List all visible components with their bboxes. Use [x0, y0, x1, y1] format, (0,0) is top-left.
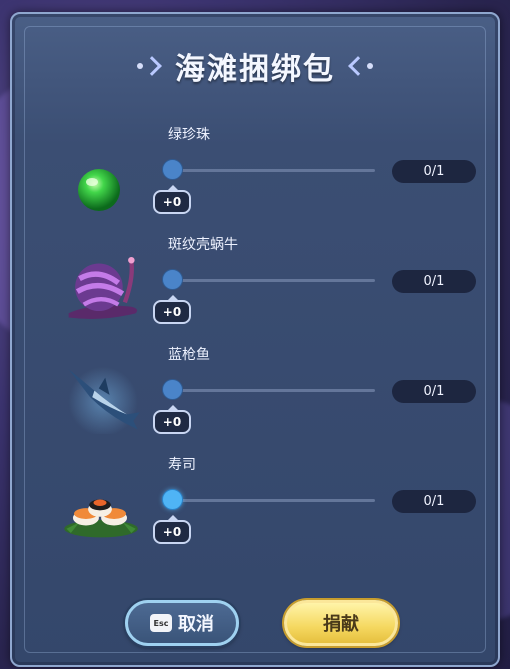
quantity-slider-handle[interactable]: [162, 159, 183, 180]
green-pearl-icon: [78, 169, 120, 211]
sushi-icon: [64, 499, 138, 538]
item-count-badge: 0/1: [392, 380, 476, 403]
item-row: 蓝枪鱼 +0 0/1: [12, 344, 502, 454]
quantity-slider-track[interactable]: [170, 499, 375, 502]
item-name: 绿珍珠: [168, 127, 210, 143]
title-left-ornament-icon: [137, 56, 162, 76]
added-amount-label: +0: [153, 405, 191, 434]
dialog-title: 海滩捆绑包: [175, 52, 335, 87]
bundle-dialog: 海滩捆绑包 绿珍珠 +0 0/1 斑纹壳蜗牛 +0 0/1 蓝枪鱼 +0 0/1…: [10, 12, 500, 667]
donate-button-label: 捐献: [323, 614, 359, 635]
item-row: 斑纹壳蜗牛 +0 0/1: [12, 234, 502, 344]
item-count-badge: 0/1: [392, 160, 476, 183]
added-amount-label: +0: [153, 515, 191, 544]
item-row: 绿珍珠 +0 0/1: [12, 124, 502, 234]
added-amount-label: +0: [153, 295, 191, 324]
item-name: 寿司: [168, 457, 196, 473]
cancel-button-label: 取消: [178, 614, 214, 635]
item-name: 斑纹壳蜗牛: [168, 237, 238, 253]
item-count-badge: 0/1: [392, 270, 476, 293]
added-amount-label: +0: [153, 185, 191, 214]
cancel-button[interactable]: Esc 取消: [125, 600, 239, 646]
item-count-badge: 0/1: [392, 490, 476, 513]
dialog-header: 海滩捆绑包: [12, 44, 498, 88]
item-name: 蓝枪鱼: [168, 347, 210, 363]
blue-marlin-icon: [68, 366, 140, 434]
quantity-slider-handle[interactable]: [162, 269, 183, 290]
striped-snail-icon: [68, 256, 138, 319]
quantity-slider-track[interactable]: [170, 169, 375, 172]
esc-key-icon: Esc: [150, 614, 172, 632]
title-right-ornament-icon: [348, 56, 373, 76]
donate-button[interactable]: 捐献: [284, 600, 398, 646]
quantity-slider-handle[interactable]: [162, 489, 183, 510]
quantity-slider-track[interactable]: [170, 389, 375, 392]
item-row: 寿司 +0 0/1: [12, 454, 502, 564]
quantity-slider-track[interactable]: [170, 279, 375, 282]
quantity-slider-handle[interactable]: [162, 379, 183, 400]
